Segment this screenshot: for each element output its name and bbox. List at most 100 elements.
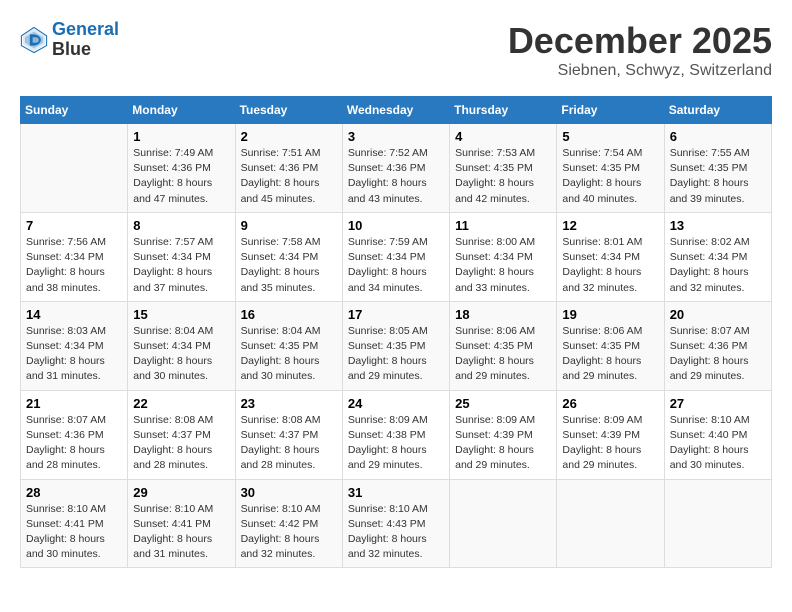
calendar-cell: 23 Sunrise: 8:08 AM Sunset: 4:37 PM Dayli… <box>235 390 342 479</box>
calendar-cell: 29Sunrise: 8:10 AM Sunset: 4:41 PM Dayli… <box>128 479 235 568</box>
day-number: 24 <box>348 396 444 411</box>
day-number: 2 <box>241 129 337 144</box>
day-number: 21 <box>26 396 122 411</box>
day-info: Sunrise: 8:10 AM Sunset: 4:43 PM Dayligh… <box>348 502 444 563</box>
weekday-header: Saturday <box>664 97 771 124</box>
calendar-cell: 1Sunrise: 7:49 AM Sunset: 4:36 PM Daylig… <box>128 124 235 213</box>
day-number: 11 <box>455 218 551 233</box>
day-number: 26 <box>562 396 658 411</box>
day-number: 22 <box>133 396 229 411</box>
calendar-cell: 6 Sunrise: 7:55 AM Sunset: 4:35 PM Daylig… <box>664 124 771 213</box>
day-info: Sunrise: 8:07 AM Sunset: 4:36 PM Dayligh… <box>670 324 766 385</box>
calendar-cell: 13 Sunrise: 8:02 AM Sunset: 4:34 PM Dayli… <box>664 212 771 301</box>
calendar-cell: 24 Sunrise: 8:09 AM Sunset: 4:38 PM Dayli… <box>342 390 449 479</box>
calendar-cell: 19 Sunrise: 8:06 AM Sunset: 4:35 PM Dayli… <box>557 301 664 390</box>
calendar-cell: 11 Sunrise: 8:00 AM Sunset: 4:34 PM Dayli… <box>450 212 557 301</box>
logo: General Blue <box>20 20 119 60</box>
weekday-header: Monday <box>128 97 235 124</box>
day-info: Sunrise: 8:02 AM Sunset: 4:34 PM Dayligh… <box>670 235 766 296</box>
calendar-cell: 21Sunrise: 8:07 AM Sunset: 4:36 PM Dayli… <box>21 390 128 479</box>
title-section: December 2025 Siebnen, Schwyz, Switzerla… <box>508 20 772 80</box>
calendar-cell: 12Sunrise: 8:01 AM Sunset: 4:34 PM Dayli… <box>557 212 664 301</box>
calendar-cell: 15 Sunrise: 8:04 AM Sunset: 4:34 PM Dayli… <box>128 301 235 390</box>
day-info: Sunrise: 8:04 AM Sunset: 4:35 PM Dayligh… <box>241 324 337 385</box>
calendar-week-row: 7Sunrise: 7:56 AM Sunset: 4:34 PM Daylig… <box>21 212 772 301</box>
day-info: Sunrise: 8:08 AM Sunset: 4:37 PM Dayligh… <box>241 413 337 474</box>
day-number: 15 <box>133 307 229 322</box>
calendar-cell: 8 Sunrise: 7:57 AM Sunset: 4:34 PM Daylig… <box>128 212 235 301</box>
weekday-header: Tuesday <box>235 97 342 124</box>
calendar-cell: 26Sunrise: 8:09 AM Sunset: 4:39 PM Dayli… <box>557 390 664 479</box>
day-info: Sunrise: 7:51 AM Sunset: 4:36 PM Dayligh… <box>241 146 337 207</box>
day-info: Sunrise: 8:00 AM Sunset: 4:34 PM Dayligh… <box>455 235 551 296</box>
weekday-row: SundayMondayTuesdayWednesdayThursdayFrid… <box>21 97 772 124</box>
day-number: 29 <box>133 485 229 500</box>
weekday-header: Sunday <box>21 97 128 124</box>
calendar-cell: 31 Sunrise: 8:10 AM Sunset: 4:43 PM Dayli… <box>342 479 449 568</box>
day-info: Sunrise: 8:06 AM Sunset: 4:35 PM Dayligh… <box>562 324 658 385</box>
day-number: 3 <box>348 129 444 144</box>
calendar-week-row: 28 Sunrise: 8:10 AM Sunset: 4:41 PM Dayli… <box>21 479 772 568</box>
calendar-cell: 9 Sunrise: 7:58 AM Sunset: 4:34 PM Daylig… <box>235 212 342 301</box>
day-number: 20 <box>670 307 766 322</box>
day-info: Sunrise: 7:52 AM Sunset: 4:36 PM Dayligh… <box>348 146 444 207</box>
calendar-cell: 16 Sunrise: 8:04 AM Sunset: 4:35 PM Dayli… <box>235 301 342 390</box>
day-info: Sunrise: 8:04 AM Sunset: 4:34 PM Dayligh… <box>133 324 229 385</box>
day-number: 8 <box>133 218 229 233</box>
day-number: 5 <box>562 129 658 144</box>
day-number: 28 <box>26 485 122 500</box>
day-info: Sunrise: 7:55 AM Sunset: 4:35 PM Dayligh… <box>670 146 766 207</box>
day-info: Sunrise: 7:59 AM Sunset: 4:34 PM Dayligh… <box>348 235 444 296</box>
calendar-header: SundayMondayTuesdayWednesdayThursdayFrid… <box>21 97 772 124</box>
day-number: 9 <box>241 218 337 233</box>
day-number: 13 <box>670 218 766 233</box>
calendar-week-row: 14Sunrise: 8:03 AM Sunset: 4:34 PM Dayli… <box>21 301 772 390</box>
logo-text: General Blue <box>52 20 119 60</box>
day-info: Sunrise: 8:06 AM Sunset: 4:35 PM Dayligh… <box>455 324 551 385</box>
day-number: 4 <box>455 129 551 144</box>
day-number: 23 <box>241 396 337 411</box>
day-number: 30 <box>241 485 337 500</box>
day-number: 6 <box>670 129 766 144</box>
calendar-cell: 17 Sunrise: 8:05 AM Sunset: 4:35 PM Dayli… <box>342 301 449 390</box>
day-info: Sunrise: 8:10 AM Sunset: 4:42 PM Dayligh… <box>241 502 337 563</box>
day-info: Sunrise: 8:05 AM Sunset: 4:35 PM Dayligh… <box>348 324 444 385</box>
day-number: 25 <box>455 396 551 411</box>
calendar-cell: 25 Sunrise: 8:09 AM Sunset: 4:39 PM Dayli… <box>450 390 557 479</box>
calendar-cell: 3 Sunrise: 7:52 AM Sunset: 4:36 PM Daylig… <box>342 124 449 213</box>
day-number: 18 <box>455 307 551 322</box>
calendar-week-row: 21Sunrise: 8:07 AM Sunset: 4:36 PM Dayli… <box>21 390 772 479</box>
day-number: 16 <box>241 307 337 322</box>
calendar-cell: 18 Sunrise: 8:06 AM Sunset: 4:35 PM Dayli… <box>450 301 557 390</box>
day-info: Sunrise: 8:09 AM Sunset: 4:38 PM Dayligh… <box>348 413 444 474</box>
day-number: 27 <box>670 396 766 411</box>
calendar-cell <box>450 479 557 568</box>
day-number: 12 <box>562 218 658 233</box>
calendar-cell: 4 Sunrise: 7:53 AM Sunset: 4:35 PM Daylig… <box>450 124 557 213</box>
day-info: Sunrise: 7:58 AM Sunset: 4:34 PM Dayligh… <box>241 235 337 296</box>
calendar-cell: 30 Sunrise: 8:10 AM Sunset: 4:42 PM Dayli… <box>235 479 342 568</box>
page-header: General Blue December 2025 Siebnen, Schw… <box>20 20 772 80</box>
day-info: Sunrise: 8:09 AM Sunset: 4:39 PM Dayligh… <box>455 413 551 474</box>
month-title: December 2025 <box>508 20 772 62</box>
day-info: Sunrise: 8:10 AM Sunset: 4:40 PM Dayligh… <box>670 413 766 474</box>
day-info: Sunrise: 7:56 AM Sunset: 4:34 PM Dayligh… <box>26 235 122 296</box>
day-number: 31 <box>348 485 444 500</box>
weekday-header: Friday <box>557 97 664 124</box>
calendar-cell: 7Sunrise: 7:56 AM Sunset: 4:34 PM Daylig… <box>21 212 128 301</box>
day-info: Sunrise: 8:08 AM Sunset: 4:37 PM Dayligh… <box>133 413 229 474</box>
calendar-cell: 10Sunrise: 7:59 AM Sunset: 4:34 PM Dayli… <box>342 212 449 301</box>
day-info: Sunrise: 7:57 AM Sunset: 4:34 PM Dayligh… <box>133 235 229 296</box>
calendar-body: 1Sunrise: 7:49 AM Sunset: 4:36 PM Daylig… <box>21 124 772 568</box>
location: Siebnen, Schwyz, Switzerland <box>508 62 772 80</box>
day-info: Sunrise: 7:54 AM Sunset: 4:35 PM Dayligh… <box>562 146 658 207</box>
day-number: 17 <box>348 307 444 322</box>
day-number: 19 <box>562 307 658 322</box>
day-info: Sunrise: 8:10 AM Sunset: 4:41 PM Dayligh… <box>26 502 122 563</box>
calendar-cell: 27 Sunrise: 8:10 AM Sunset: 4:40 PM Dayli… <box>664 390 771 479</box>
day-info: Sunrise: 7:53 AM Sunset: 4:35 PM Dayligh… <box>455 146 551 207</box>
weekday-header: Wednesday <box>342 97 449 124</box>
calendar-week-row: 1Sunrise: 7:49 AM Sunset: 4:36 PM Daylig… <box>21 124 772 213</box>
day-info: Sunrise: 8:03 AM Sunset: 4:34 PM Dayligh… <box>26 324 122 385</box>
logo-line1: General <box>52 19 119 39</box>
